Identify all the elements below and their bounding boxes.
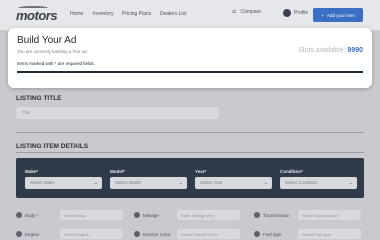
engine-icon [16, 231, 22, 237]
chevron-down-icon: ⌄ [348, 180, 353, 186]
required-details-box: Make* Select Make ⌄ Model* Select Model … [16, 158, 364, 198]
fuel-type-select[interactable]: Select Fuel type [298, 229, 361, 239]
exterior-color-label: Exterior Color [134, 231, 171, 237]
chevron-down-icon: ⌄ [263, 180, 268, 186]
add-item-button[interactable]: + Add your item [313, 8, 363, 22]
fuel-type-label-text: Fuel type [263, 231, 282, 237]
condition-placeholder: Select Condition [285, 180, 318, 185]
scale-icon: ⚖ [232, 9, 237, 15]
compare-label: Compare [240, 9, 262, 15]
condition-select[interactable]: Select Condition ⌄ [280, 177, 357, 189]
site-logo[interactable]: motors [16, 8, 58, 23]
title-input[interactable]: Title [16, 107, 219, 119]
make-placeholder: Select Make [30, 180, 55, 185]
make-select[interactable]: Select Make ⌄ [25, 177, 102, 189]
fuel-type-label: Fuel type [254, 231, 282, 237]
condition-label: Condition* [280, 169, 303, 174]
paint-icon [134, 231, 140, 237]
transmission-select[interactable]: Select Transmission [298, 210, 361, 220]
engine-label-text: Engine [25, 231, 40, 237]
body-label-text: Body * [25, 212, 39, 218]
top-nav: motors Home Inventory Pricing Plans Deal… [0, 0, 380, 30]
nav-link-inventory[interactable]: Inventory [93, 11, 114, 17]
body-label: Body * [16, 212, 38, 218]
listing-title-heading: LISTING TITLE [16, 95, 62, 102]
year-placeholder: Select Year [200, 180, 223, 185]
exterior-color-label-text: Exterior Color [143, 231, 171, 237]
transmission-label-text: Transmission [263, 212, 290, 218]
panel-title: Build Your Ad [17, 35, 77, 46]
plus-icon: + [321, 12, 324, 18]
mileage-label-text: Mileage [143, 212, 159, 218]
profile-label: Profile [294, 10, 309, 16]
chevron-down-icon: ⌄ [93, 180, 98, 186]
section-divider [16, 152, 364, 153]
nav-link-home[interactable]: Home [70, 11, 83, 17]
profile-link[interactable]: Profile [283, 9, 308, 17]
add-item-label: Add your item [326, 12, 355, 18]
model-select[interactable]: Select Model ⌄ [110, 177, 187, 189]
slots-label: Slots available: [298, 47, 346, 54]
car-body-icon [16, 212, 22, 218]
year-select[interactable]: Select Year ⌄ [195, 177, 272, 189]
make-label: Make* [25, 169, 39, 174]
mileage-label: Mileage [134, 212, 159, 218]
chevron-down-icon: ⌄ [178, 180, 183, 186]
slots-available: Slots available: 9990 [298, 47, 363, 54]
body-select[interactable]: Select Body [60, 210, 123, 220]
nav-link-dealers-list[interactable]: Dealers List [160, 11, 186, 17]
model-placeholder: Select Model [115, 180, 142, 185]
listing-details-heading: LISTING ITEM DETAILS [16, 143, 89, 150]
user-icon [283, 9, 291, 17]
compare-link[interactable]: ⚖ Compare [232, 9, 261, 15]
engine-label: Engine [16, 231, 39, 237]
model-label: Model* [110, 169, 125, 174]
exterior-color-select[interactable]: Select Exterior Color [177, 229, 240, 239]
nav-link-pricing-plans[interactable]: Pricing Plans [122, 11, 151, 17]
required-note: Items marked with * are required fields. [17, 61, 96, 66]
panel-subtitle: You are currently building a free ad. [17, 49, 88, 54]
slots-value: 9990 [347, 47, 363, 54]
engine-select[interactable]: Select Engine [60, 229, 123, 239]
section-divider [16, 132, 364, 133]
mileage-icon [134, 212, 140, 218]
fuel-icon [254, 231, 260, 237]
build-ad-panel: Build Your Ad You are currently building… [8, 28, 372, 88]
year-label: Year* [195, 169, 207, 174]
transmission-label: Transmission [254, 212, 290, 218]
mileage-input[interactable]: Enter Mileage (mi) [177, 210, 240, 220]
panel-divider [17, 71, 363, 73]
transmission-icon [254, 212, 260, 218]
